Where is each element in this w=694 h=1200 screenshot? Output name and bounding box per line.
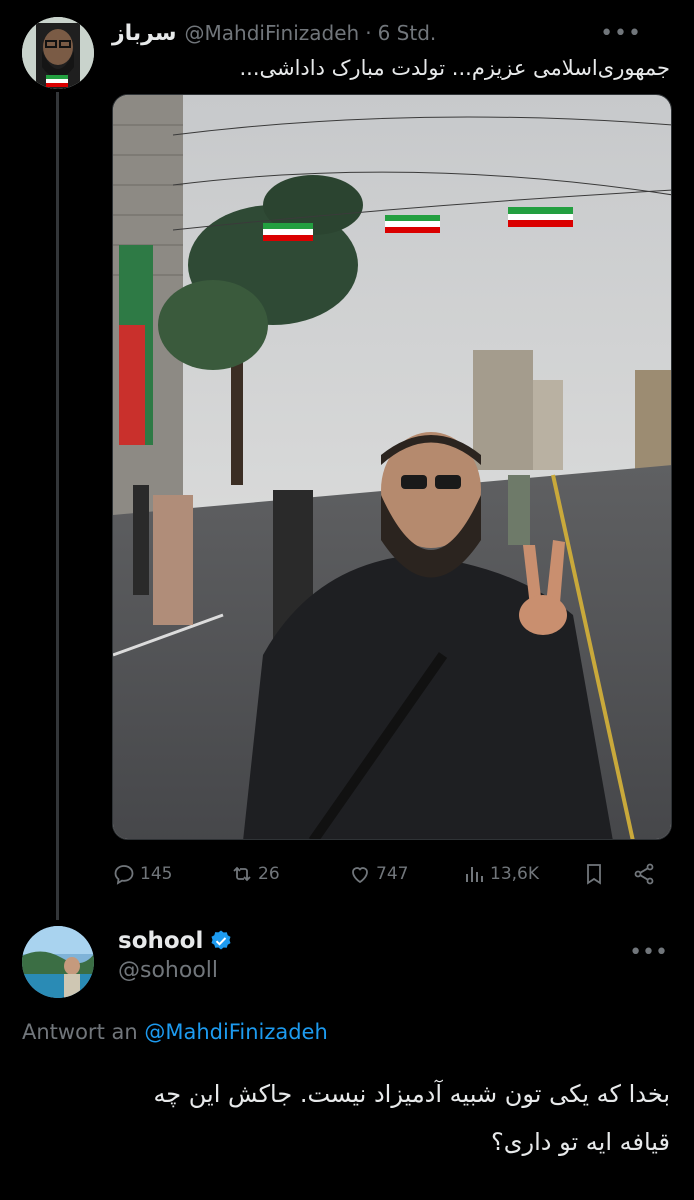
reply-author-avatar[interactable] <box>22 926 94 998</box>
repost-icon <box>233 866 251 882</box>
bookmark-button[interactable] <box>582 862 610 886</box>
tweet-header: سرباز @MahdiFinizadeh · 6 Std. ••• <box>112 17 668 49</box>
street-photo-illustration <box>113 95 671 839</box>
repost-button[interactable]: 26 <box>230 862 280 886</box>
tweet-text: جمهوری‌اسلامی عزیزم... تولدت مبارک داداش… <box>239 56 670 80</box>
author-handle[interactable]: @MahdiFinizadeh <box>185 21 360 45</box>
heart-icon <box>352 867 368 884</box>
share-button[interactable] <box>632 862 660 886</box>
tweet-photo[interactable] <box>112 94 672 840</box>
replying-to-label: Antwort an <box>22 1020 138 1044</box>
views-button[interactable]: 13,6K <box>462 862 539 886</box>
views-count: 13,6K <box>490 864 539 884</box>
thread-line <box>56 92 59 920</box>
repost-count: 26 <box>258 864 280 884</box>
tweet-time[interactable]: 6 Std. <box>378 21 437 45</box>
like-count: 747 <box>376 864 409 884</box>
reply-text-line: قیافه ایه تو داری؟ <box>490 1128 670 1156</box>
reply-icon <box>114 865 134 885</box>
reply-author-name[interactable]: sohool <box>118 928 203 954</box>
reply-count: 145 <box>140 864 173 884</box>
author-avatar[interactable] <box>22 17 94 89</box>
reply-more-options-icon[interactable]: ••• <box>629 940 668 965</box>
tweet-actions: 145 26 747 13,6K <box>112 856 672 892</box>
reply-button[interactable]: 145 <box>112 862 172 886</box>
verified-badge-icon <box>211 930 231 950</box>
bookmark-icon <box>587 864 601 885</box>
reply-text: بخدا که یکی تون شبیه آدمیزاد نیست. جاکش … <box>22 1070 670 1166</box>
author-name[interactable]: سرباز <box>112 21 177 46</box>
share-icon <box>634 863 654 885</box>
replying-to-mention[interactable]: @MahdiFinizadeh <box>144 1020 327 1044</box>
reply-text-line: بخدا که یکی تون شبیه آدمیزاد نیست. جاکش … <box>153 1080 670 1108</box>
replying-to: Antwort an @MahdiFinizadeh <box>22 1020 328 1044</box>
like-button[interactable]: 747 <box>348 862 408 886</box>
bar-chart-icon <box>466 867 483 882</box>
reply-author-handle[interactable]: @sohooll <box>118 958 233 983</box>
more-options-icon[interactable]: ••• <box>600 21 642 46</box>
reply-header: sohool @sohooll <box>118 928 233 983</box>
separator-dot: · <box>365 21 372 45</box>
